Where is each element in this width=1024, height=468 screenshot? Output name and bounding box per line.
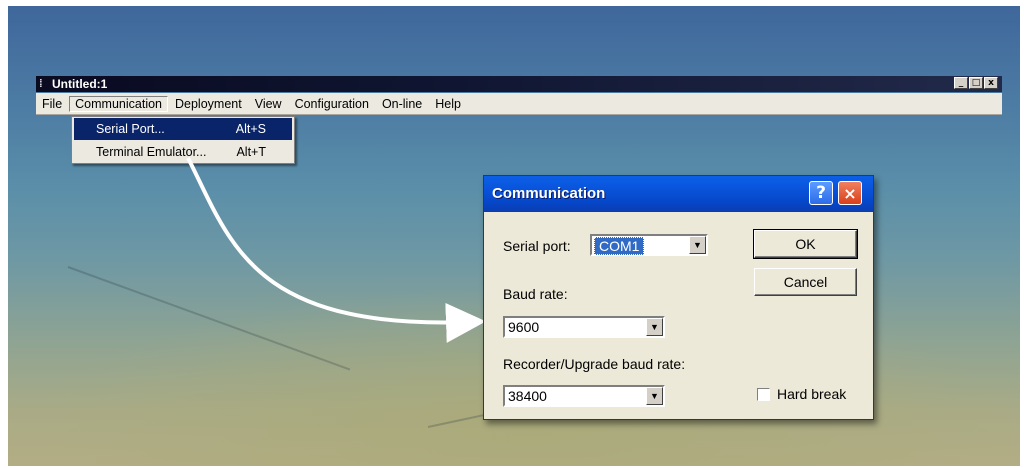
recorder-baud-value: 38400 xyxy=(508,388,547,404)
baud-rate-value: 9600 xyxy=(508,319,540,335)
hard-break-label[interactable]: Hard break xyxy=(777,386,846,402)
hard-break-checkbox[interactable] xyxy=(757,388,770,401)
chevron-down-icon[interactable]: ▼ xyxy=(646,318,663,336)
serial-port-select[interactable]: COM1 ▼ xyxy=(590,234,708,256)
serial-port-value: COM1 xyxy=(594,237,645,255)
baud-rate-label: Baud rate: xyxy=(503,286,568,302)
close-button[interactable]: × xyxy=(838,181,862,205)
communication-dialog: Communication ? × Serial port: COM1 ▼ Ba… xyxy=(483,175,874,420)
chevron-down-icon[interactable]: ▼ xyxy=(689,236,706,254)
serial-port-label: Serial port: xyxy=(503,238,571,254)
cancel-button[interactable]: Cancel xyxy=(754,268,857,296)
recorder-baud-label: Recorder/Upgrade baud rate: xyxy=(503,356,686,372)
dialog-title: Communication xyxy=(492,185,606,202)
dialog-titlebar[interactable]: Communication ? × xyxy=(484,176,873,212)
chevron-down-icon[interactable]: ▼ xyxy=(646,387,663,405)
help-button[interactable]: ? xyxy=(809,181,833,205)
recorder-baud-select[interactable]: 38400 ▼ xyxy=(503,385,665,407)
ok-button[interactable]: OK xyxy=(753,229,858,259)
baud-rate-select[interactable]: 9600 ▼ xyxy=(503,316,665,338)
